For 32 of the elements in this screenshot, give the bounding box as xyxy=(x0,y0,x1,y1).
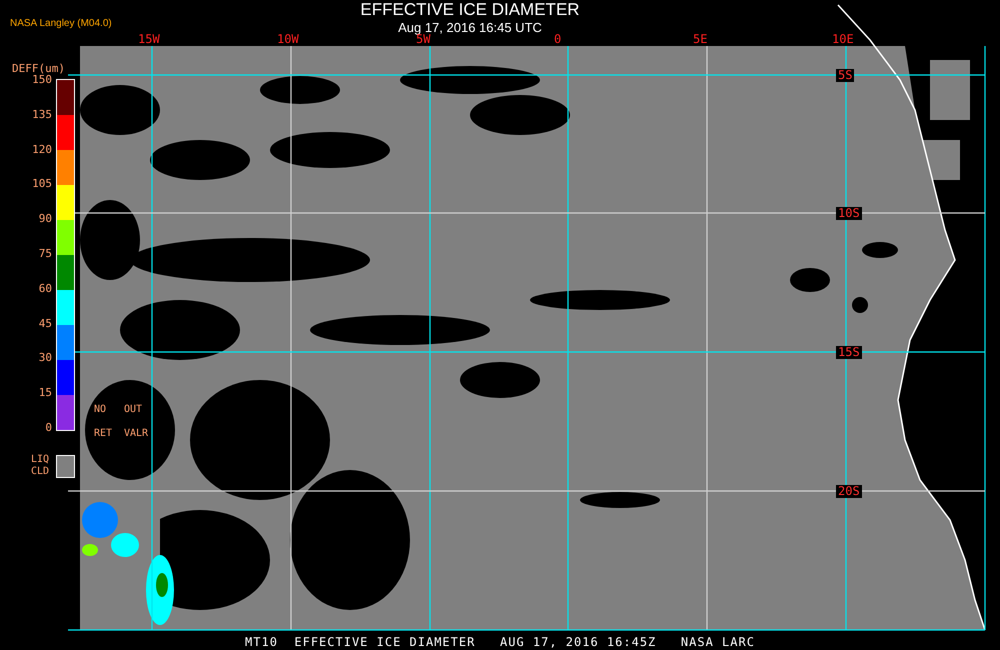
chart-timestamp: Aug 17, 2016 16:45 UTC xyxy=(398,20,542,35)
latitude-label: 5S xyxy=(836,69,854,82)
scale-label: 0 xyxy=(44,422,52,434)
longitude-label: 10W xyxy=(277,33,300,46)
legend-note: LIQ xyxy=(31,454,50,466)
longitude-label: 15W xyxy=(138,33,161,46)
latitude-label: 10S xyxy=(836,207,862,220)
scale-label: 75 xyxy=(38,248,52,260)
scale-label: 105 xyxy=(31,178,52,190)
longitude-label: 5W xyxy=(416,33,430,46)
longitude-label: 5E xyxy=(693,33,708,46)
latitude-label: 20S xyxy=(836,485,862,498)
legend-title: DEFF(um) xyxy=(12,61,65,75)
legend-note: NO xyxy=(94,404,106,415)
latitude-label: 15S xyxy=(836,346,862,359)
chart-title: EFFECTIVE ICE DIAMETER xyxy=(360,0,580,20)
scale-label: 45 xyxy=(38,318,52,330)
scale-label: 30 xyxy=(38,352,52,364)
scale-label: 120 xyxy=(31,144,52,156)
longitude-label: 0 xyxy=(554,33,562,46)
legend-note: RET xyxy=(94,428,112,439)
scale-label: 135 xyxy=(31,108,52,121)
legend-note: CLD xyxy=(31,466,50,478)
scale-label: 150 xyxy=(32,74,52,86)
longitude-label: 10E xyxy=(832,33,855,46)
legend-note: VALR xyxy=(124,428,148,439)
scale-label: 15 xyxy=(38,387,52,400)
footer-caption: MT10 EFFECTIVE ICE DIAMETER AUG 17, 2016 16:45Z NASA LARC xyxy=(244,635,756,649)
source-label: NASA Langley (M04.0) xyxy=(10,17,112,31)
scale-label: 90 xyxy=(38,213,52,226)
legend-note: OUT xyxy=(124,404,142,415)
scale-label: 60 xyxy=(38,282,52,295)
